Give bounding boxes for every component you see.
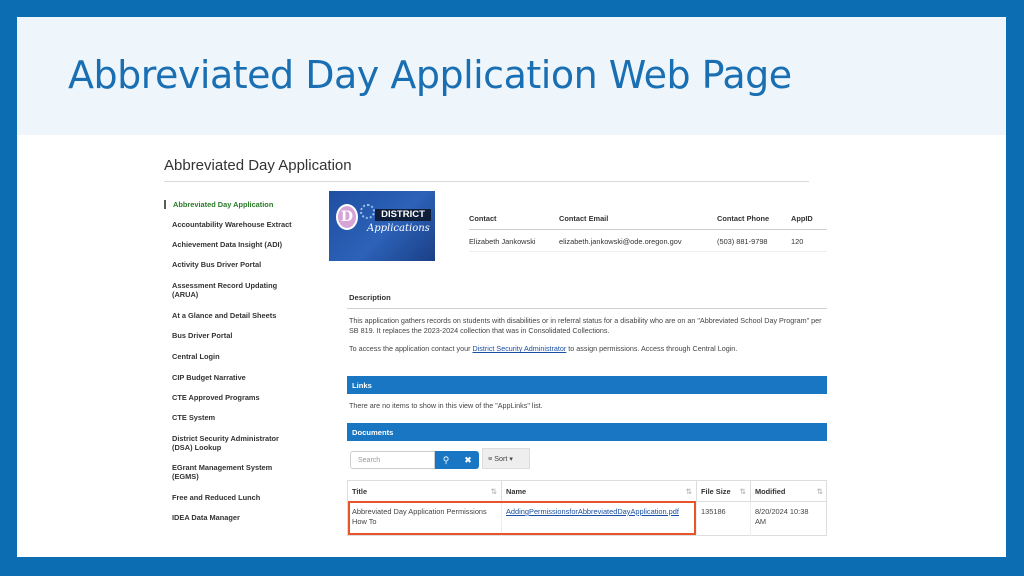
dsa-link[interactable]: District Security Administrator bbox=[472, 344, 566, 353]
logo-applications-text: Applications bbox=[367, 223, 430, 234]
contact-email-header: Contact Email bbox=[559, 214, 609, 223]
table-row-modified: 8/20/2024 10:38 AM bbox=[755, 507, 809, 526]
description-heading: Description bbox=[349, 293, 391, 302]
sidebar-item-egms[interactable]: EGrant Management System (EGMS) bbox=[164, 463, 286, 481]
links-header-bar: Links bbox=[347, 376, 827, 394]
logo-d-emblem: D bbox=[336, 204, 358, 230]
access-text-after: to assign permissions. Access through Ce… bbox=[566, 344, 738, 353]
sidebar-item-activity-bus[interactable]: Activity Bus Driver Portal bbox=[164, 260, 261, 269]
sidebar-item-cte-system[interactable]: CTE System bbox=[164, 413, 215, 422]
column-size-label: File Size bbox=[701, 487, 731, 496]
column-title-label: Title bbox=[352, 487, 368, 496]
column-modified-label: Modified bbox=[755, 487, 786, 496]
contact-phone: (503) 881-9798 bbox=[717, 237, 768, 246]
sort-icon: ⇅ bbox=[490, 487, 497, 496]
sidebar-item-central-login[interactable]: Central Login bbox=[164, 352, 220, 361]
sort-button[interactable]: ≡ Sort ▾ bbox=[482, 448, 530, 469]
sidebar-item-arua[interactable]: Assessment Record Updating (ARUA) bbox=[164, 281, 292, 299]
contact-name: Elizabeth Jankowski bbox=[469, 237, 536, 246]
screenshot-webpage: Abbreviated Day Application Abbreviated … bbox=[164, 154, 844, 549]
slide: Abbreviated Day Application Web Page Abb… bbox=[17, 17, 1006, 557]
slide-title: Abbreviated Day Application Web Page bbox=[68, 53, 792, 97]
contact-header: Contact bbox=[469, 214, 497, 223]
links-empty-message: There are no items to show in this view … bbox=[349, 401, 543, 410]
contact-email: elizabeth.jankowski@ode.oregon.gov bbox=[559, 237, 682, 246]
table-row-file-size: 135186 bbox=[697, 502, 751, 536]
appid-header: AppID bbox=[791, 214, 813, 223]
sort-icon: ≡ bbox=[488, 454, 493, 463]
sidebar-item-idea-data-manager[interactable]: IDEA Data Manager bbox=[164, 513, 240, 522]
sidebar-item-at-a-glance[interactable]: At a Glance and Detail Sheets bbox=[164, 311, 276, 320]
contact-header-divider bbox=[469, 229, 827, 230]
column-header-file-size[interactable]: File Size ⇅ bbox=[697, 481, 751, 501]
page-title: Abbreviated Day Application bbox=[164, 157, 352, 174]
sort-icon: ⇅ bbox=[739, 487, 746, 496]
gear-icon bbox=[360, 204, 375, 219]
chevron-down-icon: ▾ bbox=[509, 454, 513, 463]
search-icon: ⚲ bbox=[442, 455, 450, 465]
highlight-box bbox=[348, 501, 696, 535]
description-text: This application gathers records on stud… bbox=[349, 316, 822, 335]
logo-district-text: DISTRICT bbox=[375, 209, 431, 221]
sidebar-item-cip-budget[interactable]: CIP Budget Narrative bbox=[164, 373, 246, 382]
sidebar-item-abbreviated-day[interactable]: Abbreviated Day Application bbox=[164, 200, 273, 209]
search-button[interactable]: ⚲ bbox=[435, 451, 457, 469]
sidebar-item-dsa-lookup[interactable]: District Security Administrator (DSA) Lo… bbox=[164, 434, 294, 452]
column-header-title[interactable]: Title ⇅ bbox=[348, 481, 502, 501]
sort-label: Sort bbox=[494, 454, 508, 463]
district-applications-logo: D DISTRICT Applications bbox=[329, 191, 435, 261]
sidebar-item-accountability[interactable]: Accountability Warehouse Extract bbox=[164, 220, 292, 229]
documents-search-input[interactable]: Search bbox=[350, 451, 435, 469]
sort-icon: ⇅ bbox=[816, 487, 823, 496]
appid-value: 120 bbox=[791, 237, 804, 246]
column-header-modified[interactable]: Modified ⇅ bbox=[751, 481, 827, 501]
description-divider bbox=[347, 308, 827, 309]
clear-search-button[interactable]: ✖ bbox=[457, 451, 479, 469]
access-instructions: To access the application contact your D… bbox=[349, 344, 824, 354]
documents-header-bar: Documents bbox=[347, 423, 827, 441]
contact-row-divider bbox=[469, 251, 827, 252]
column-name-label: Name bbox=[506, 487, 527, 496]
title-band: Abbreviated Day Application Web Page bbox=[17, 17, 1006, 135]
sidebar-item-free-reduced-lunch[interactable]: Free and Reduced Lunch bbox=[164, 493, 260, 502]
access-text-before: To access the application contact your bbox=[349, 344, 473, 353]
column-header-name[interactable]: Name ⇅ bbox=[502, 481, 697, 501]
sort-icon: ⇅ bbox=[685, 487, 692, 496]
title-divider bbox=[164, 181, 809, 182]
contact-phone-header: Contact Phone bbox=[717, 214, 770, 223]
sidebar-item-adi[interactable]: Achievement Data Insight (ADI) bbox=[164, 240, 282, 249]
sidebar-item-bus-driver[interactable]: Bus Driver Portal bbox=[164, 331, 232, 340]
close-icon: ✖ bbox=[464, 455, 472, 465]
sidebar-item-cte-approved[interactable]: CTE Approved Programs bbox=[164, 393, 260, 402]
